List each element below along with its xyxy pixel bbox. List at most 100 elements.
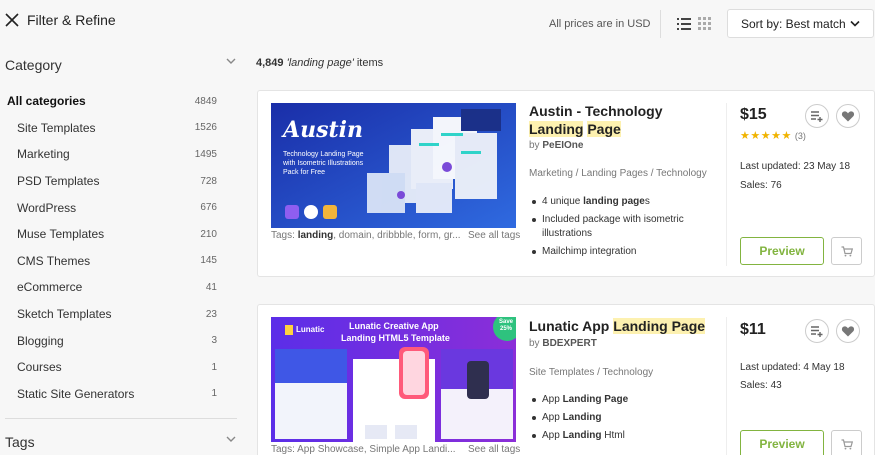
category-count: 1526 — [194, 122, 217, 134]
item-price: $11 — [740, 321, 766, 338]
category-label: eCommerce — [17, 280, 83, 295]
author-by: by — [529, 140, 540, 151]
title-highlight: Landing — [529, 121, 584, 137]
feature-item: App Landing Html — [529, 429, 714, 443]
item-card: Lunatic Lunatic Creative App Landing HTM… — [257, 304, 875, 455]
favorite-button[interactable] — [836, 104, 860, 128]
category-item-all[interactable]: All categories 4849 — [0, 88, 225, 115]
category-item[interactable]: Sketch Templates 23 — [0, 301, 225, 328]
see-all-tags-link[interactable]: See all tags — [465, 230, 521, 241]
last-updated: Last updated: 23 May 18 — [740, 161, 851, 172]
category-count: 728 — [200, 175, 217, 187]
category-item[interactable]: WordPress 676 — [0, 194, 225, 221]
category-item[interactable]: Marketing 1495 — [0, 141, 225, 168]
tag-link[interactable]: landing — [298, 230, 334, 241]
sales-count: Sales: 43 — [740, 380, 782, 391]
prices-note: All prices are in USD — [549, 18, 651, 30]
star-icon: ★ — [781, 130, 792, 142]
sidebar: Category All categories 4849 Site Templat… — [0, 50, 240, 455]
add-to-collection-button[interactable] — [805, 319, 829, 343]
filter-refine-label: Filter & Refine — [27, 12, 116, 28]
item-thumbnail[interactable]: Austin Technology Landing Page with Isom… — [271, 103, 516, 228]
add-to-list-icon — [811, 111, 823, 122]
category-item[interactable]: PSD Templates 728 — [0, 168, 225, 195]
cart-icon — [841, 438, 853, 449]
grid-view-icon[interactable] — [698, 17, 712, 31]
chevron-down-icon[interactable] — [226, 436, 236, 443]
thumb-line: Landing HTML5 Template — [341, 333, 450, 343]
category-label: Marketing — [17, 147, 70, 162]
filter-refine-toggle[interactable]: Filter & Refine — [5, 12, 116, 28]
thumb-brand: Austin — [283, 117, 363, 143]
thumb-brand: Lunatic — [296, 325, 325, 334]
see-all-tags-link[interactable]: See all tags — [465, 444, 521, 455]
category-item[interactable]: CMS Themes 145 — [0, 248, 225, 275]
category-count: 1 — [211, 361, 217, 373]
author-link[interactable]: PeEIOne — [542, 140, 583, 151]
category-item[interactable]: eCommerce 41 — [0, 274, 225, 301]
add-to-cart-button[interactable] — [831, 237, 862, 265]
thumb-badges — [285, 205, 337, 219]
favorite-button[interactable] — [836, 319, 860, 343]
list-view-icon[interactable] — [677, 17, 691, 31]
category-item[interactable]: Blogging 3 — [0, 327, 225, 354]
add-to-cart-button[interactable] — [831, 430, 862, 455]
preview-button[interactable]: Preview — [740, 430, 824, 455]
chevron-down-icon — [850, 20, 860, 27]
item-title[interactable]: Lunatic App Landing Page — [529, 317, 729, 335]
sort-dropdown[interactable]: Sort by: Best match — [727, 9, 874, 38]
item-author: by BDEXPERT — [529, 338, 597, 349]
result-count: 4,849 'landing page' items — [256, 57, 383, 69]
category-count: 676 — [200, 202, 217, 214]
title-text: Austin - Technology — [529, 103, 663, 119]
category-item[interactable]: Courses 1 — [0, 354, 225, 381]
heart-icon — [841, 326, 855, 337]
title-highlight: Page — [587, 121, 621, 137]
item-categories[interactable]: Site Templates / Technology — [529, 367, 653, 378]
star-rating: ★ ★ ★ ★ ★ (3) — [740, 129, 806, 142]
item-categories[interactable]: Marketing / Landing Pages / Technology — [529, 168, 707, 179]
chevron-down-icon[interactable] — [226, 58, 236, 65]
category-count: 145 — [200, 255, 217, 267]
tags-title[interactable]: Tags — [5, 434, 35, 450]
feature-item: 4 unique landing pages — [529, 195, 714, 209]
category-item[interactable]: Site Templates 1526 — [0, 115, 225, 142]
result-count-number: 4,849 — [256, 57, 284, 69]
star-icon: ★ — [771, 130, 781, 142]
category-count: 1495 — [194, 148, 217, 160]
discount-badge: Save 25% — [499, 319, 514, 332]
title-highlight: Landing Page — [613, 318, 706, 334]
tag-links[interactable]: App Showcase, Simple App Landi... — [297, 444, 455, 455]
category-label: Muse Templates — [17, 227, 105, 242]
close-icon — [5, 13, 19, 27]
category-item[interactable]: Static Site Generators 1 — [0, 381, 225, 408]
thumb-line: Technology Landing Page — [283, 151, 364, 158]
star-icon: ★ — [740, 130, 750, 142]
author-by: by — [529, 338, 540, 349]
category-title[interactable]: Category — [5, 57, 62, 73]
item-title[interactable]: Austin - Technology Landing Page — [529, 102, 719, 138]
add-to-list-icon — [811, 326, 823, 337]
feature-item: App Landing Page — [529, 393, 714, 407]
tags-prefix: Tags: — [271, 230, 298, 241]
tag-links[interactable]: , domain, dribbble, form, gr... — [333, 230, 460, 241]
sort-label: Sort by: Best match — [741, 16, 846, 31]
tags-prefix: Tags: — [271, 444, 298, 455]
category-item[interactable]: Muse Templates 210 — [0, 221, 225, 248]
preview-button[interactable]: Preview — [740, 237, 824, 265]
star-icon: ★ — [760, 130, 771, 142]
feature-item: Mailchimp integration — [529, 245, 714, 259]
add-to-collection-button[interactable] — [805, 104, 829, 128]
sales-count: Sales: 76 — [740, 180, 782, 191]
top-bar: Filter & Refine All prices are in USD So… — [0, 0, 875, 50]
category-label: PSD Templates — [17, 174, 100, 189]
author-link[interactable]: BDEXPERT — [542, 338, 596, 349]
item-author: by PeEIOne — [529, 140, 583, 151]
category-count: 41 — [205, 281, 217, 293]
heart-icon — [841, 111, 855, 122]
item-thumbnail[interactable]: Lunatic Lunatic Creative App Landing HTM… — [271, 317, 516, 442]
feature-item: Included package with isometric illustra… — [529, 213, 714, 241]
feature-list: 4 unique landing pages Included package … — [529, 195, 714, 263]
thumb-line: Lunatic Creative App — [349, 321, 439, 331]
last-updated: Last updated: 4 May 18 — [740, 362, 845, 373]
